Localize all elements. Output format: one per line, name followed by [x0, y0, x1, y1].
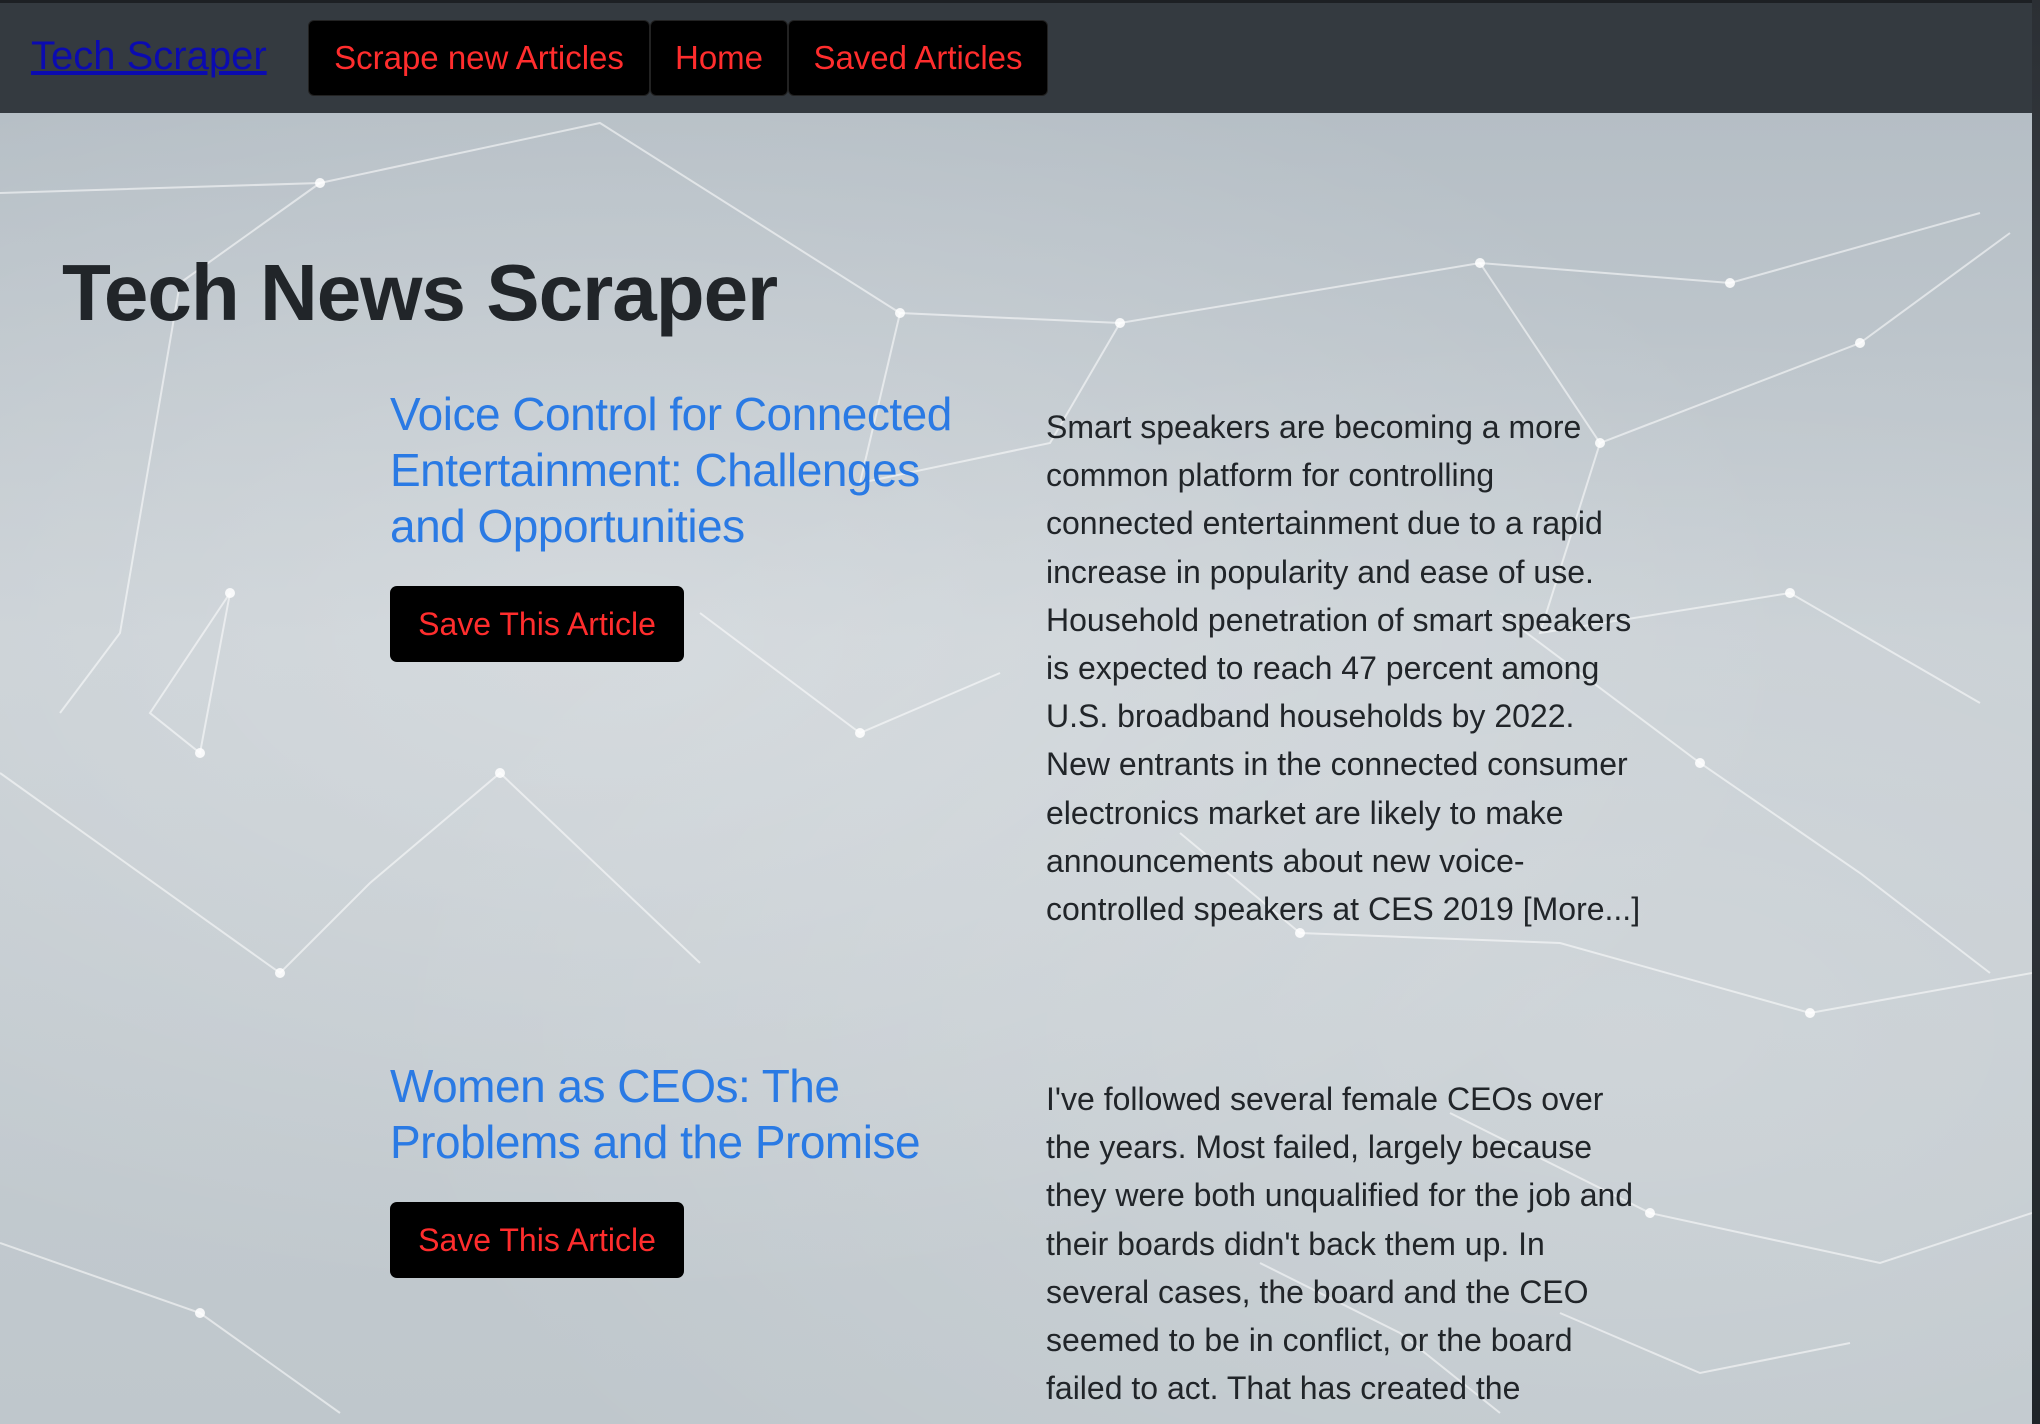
article-title-link[interactable]: Voice Control for Connected Entertainmen… [390, 386, 990, 554]
page-title: Tech News Scraper [62, 248, 778, 337]
save-article-button[interactable]: Save This Article [390, 1202, 684, 1278]
save-article-button[interactable]: Save This Article [390, 586, 684, 662]
navbar: Tech Scraper Scrape new Articles Home Sa… [0, 0, 2032, 113]
brand-link[interactable]: Tech Scraper [31, 33, 267, 79]
window-edge [2032, 0, 2040, 1424]
home-button[interactable]: Home [650, 20, 788, 96]
saved-articles-button[interactable]: Saved Articles [788, 20, 1048, 96]
article-title-link[interactable]: Women as CEOs: The Problems and the Prom… [390, 1058, 990, 1170]
article-summary: Smart speakers are becoming a more commo… [1046, 409, 1641, 928]
scrape-new-articles-button[interactable]: Scrape new Articles [308, 20, 650, 96]
article-summary: I've followed several female CEOs over t… [1046, 1081, 1634, 1407]
